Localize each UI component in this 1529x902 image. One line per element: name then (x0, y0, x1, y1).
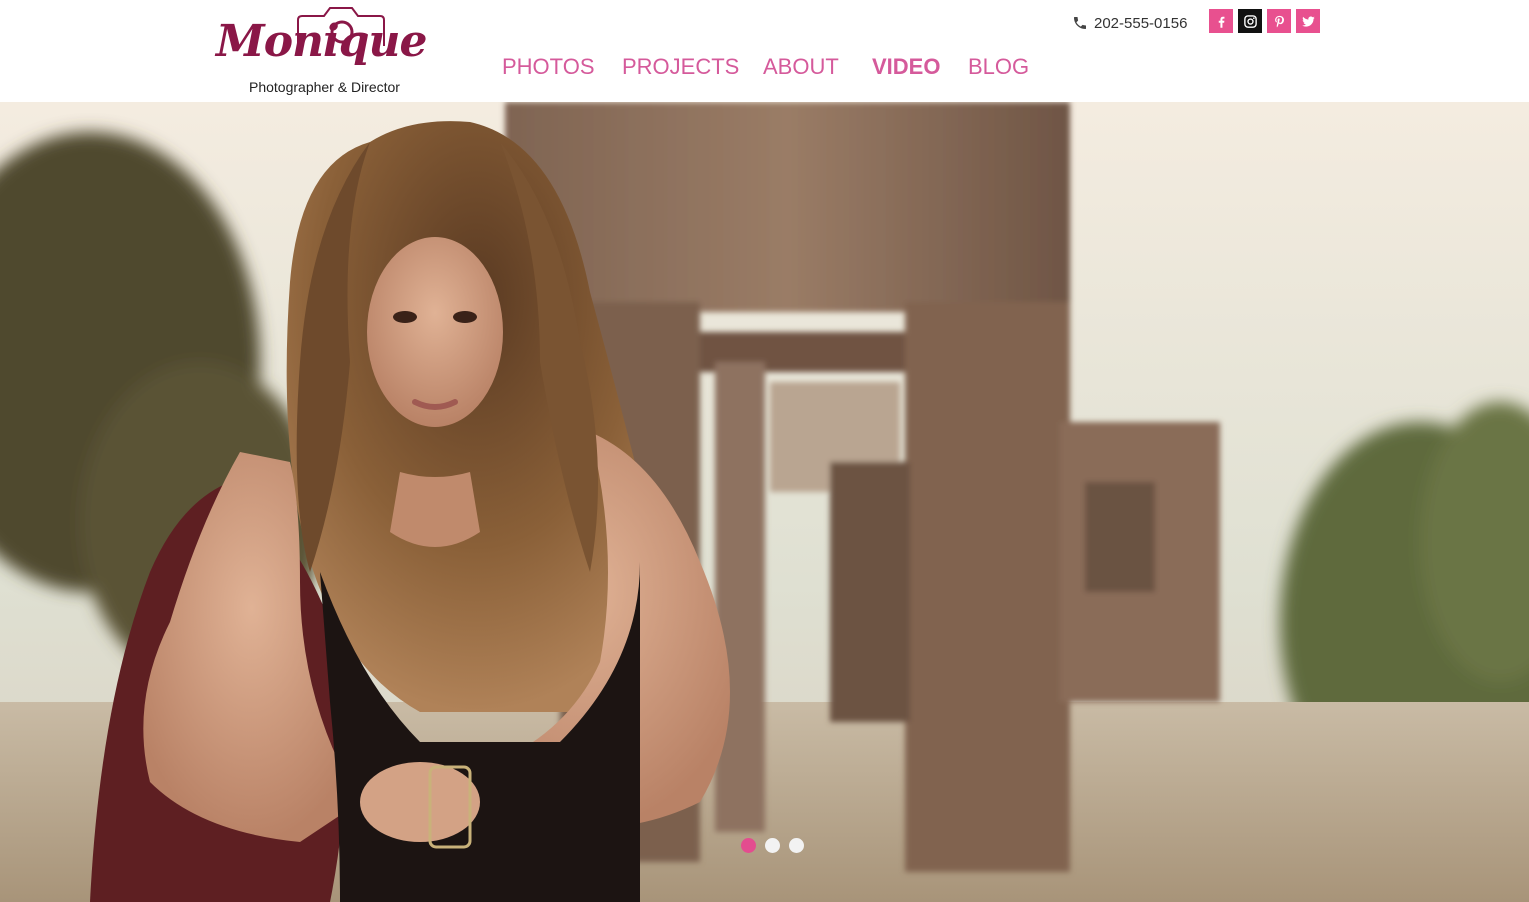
pinterest-button[interactable] (1267, 9, 1291, 33)
facebook-button[interactable] (1209, 9, 1233, 33)
brand-logo[interactable]: Monique Photographer & Director (216, 6, 428, 98)
twitter-icon (1301, 15, 1315, 27)
slider-dots (741, 838, 804, 853)
hero-slider[interactable] (0, 102, 1529, 902)
twitter-button[interactable] (1296, 9, 1320, 33)
site-header: Monique Photographer & Director PHOTOS P… (0, 0, 1529, 102)
nav-item-video[interactable]: VIDEO (872, 54, 940, 80)
instagram-button[interactable] (1238, 9, 1262, 33)
nav-item-projects[interactable]: PROJECTS (622, 54, 739, 80)
brand-tagline: Photographer & Director (249, 79, 400, 95)
pinterest-icon (1274, 15, 1284, 27)
instagram-icon (1243, 14, 1257, 28)
social-links (1209, 9, 1320, 33)
nav-item-about[interactable]: ABOUT (763, 54, 839, 80)
nav-item-blog[interactable]: BLOG (968, 54, 1029, 80)
nav-item-photos[interactable]: PHOTOS (502, 54, 595, 80)
slider-dot-1[interactable] (741, 838, 756, 853)
facebook-icon (1218, 16, 1224, 28)
phone-icon (1074, 17, 1086, 29)
slider-dot-3[interactable] (789, 838, 804, 853)
phone-number: 202-555-0156 (1094, 14, 1188, 32)
hero-image (0, 102, 1529, 902)
contact-phone[interactable]: 202-555-0156 (1072, 12, 1187, 34)
brand-name: Monique (216, 16, 428, 67)
slider-dot-2[interactable] (765, 838, 780, 853)
